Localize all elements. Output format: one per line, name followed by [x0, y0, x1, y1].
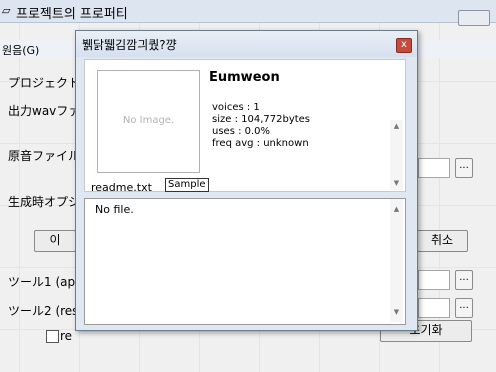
original-file-label: 原音ファイル: [8, 149, 81, 163]
usage-percent: uses : 0.0%: [212, 126, 271, 137]
tool2-label: ツール2 (res: [8, 304, 79, 318]
voicebank-info-dialog: 뷁닭뛟김깜긔퀐?꺙 x No Image. Eumweon voices : 1…: [75, 30, 418, 331]
generation-options-label: 生成時オプシ: [8, 195, 81, 209]
readme-label: readme.txt: [91, 181, 152, 194]
menu-item-original-sound[interactable]: 원음(G): [2, 42, 39, 58]
sample-button[interactable]: Sample: [165, 178, 209, 192]
frequency-average: freq avg : unknown: [212, 138, 309, 149]
tool1-label: ツール1 (app: [8, 275, 83, 289]
dialog-close-button[interactable]: x: [396, 38, 412, 53]
readme-content: No file.: [95, 203, 134, 216]
voicebank-info-panel: No Image. Eumweon voices : 1 size : 104,…: [84, 59, 406, 194]
original-file-browse-button[interactable]: ...: [455, 158, 473, 178]
window-close-button[interactable]: [458, 10, 490, 26]
readme-scroll-down-icon[interactable]: ▼: [390, 306, 403, 319]
scroll-up-icon[interactable]: ▲: [390, 120, 403, 133]
left-action-button[interactable]: 이: [34, 230, 76, 252]
tool1-browse-button[interactable]: ...: [455, 270, 473, 290]
option-checkbox-label: re: [60, 329, 73, 343]
voicebank-name: Eumweon: [209, 70, 280, 85]
window-title: 프로젝트의 프로퍼티: [16, 7, 128, 22]
dialog-title: 뷁닭뛟김깜긔퀐?꺙: [82, 38, 177, 52]
cancel-button[interactable]: 취소: [416, 230, 468, 252]
app-icon: ▱: [2, 4, 11, 17]
tool2-field[interactable]: [418, 298, 450, 318]
tool1-field[interactable]: [418, 270, 450, 290]
voicebank-image: No Image.: [97, 70, 200, 173]
file-size: size : 104,772bytes: [212, 114, 311, 125]
readme-scroll-up-icon[interactable]: ▲: [390, 203, 403, 216]
output-wav-label: 出力wavファ: [8, 104, 81, 118]
info-scrollbar[interactable]: ▲ ▼: [390, 120, 403, 190]
original-file-field[interactable]: [418, 158, 450, 178]
tool2-browse-button[interactable]: ...: [455, 298, 473, 318]
readme-scrollbar[interactable]: ▲ ▼: [390, 199, 403, 322]
voices-count: voices : 1: [212, 102, 260, 113]
option-checkbox[interactable]: [46, 330, 59, 343]
scroll-down-icon[interactable]: ▼: [390, 177, 403, 190]
readme-text-area[interactable]: No file. ▲ ▼: [84, 198, 406, 325]
